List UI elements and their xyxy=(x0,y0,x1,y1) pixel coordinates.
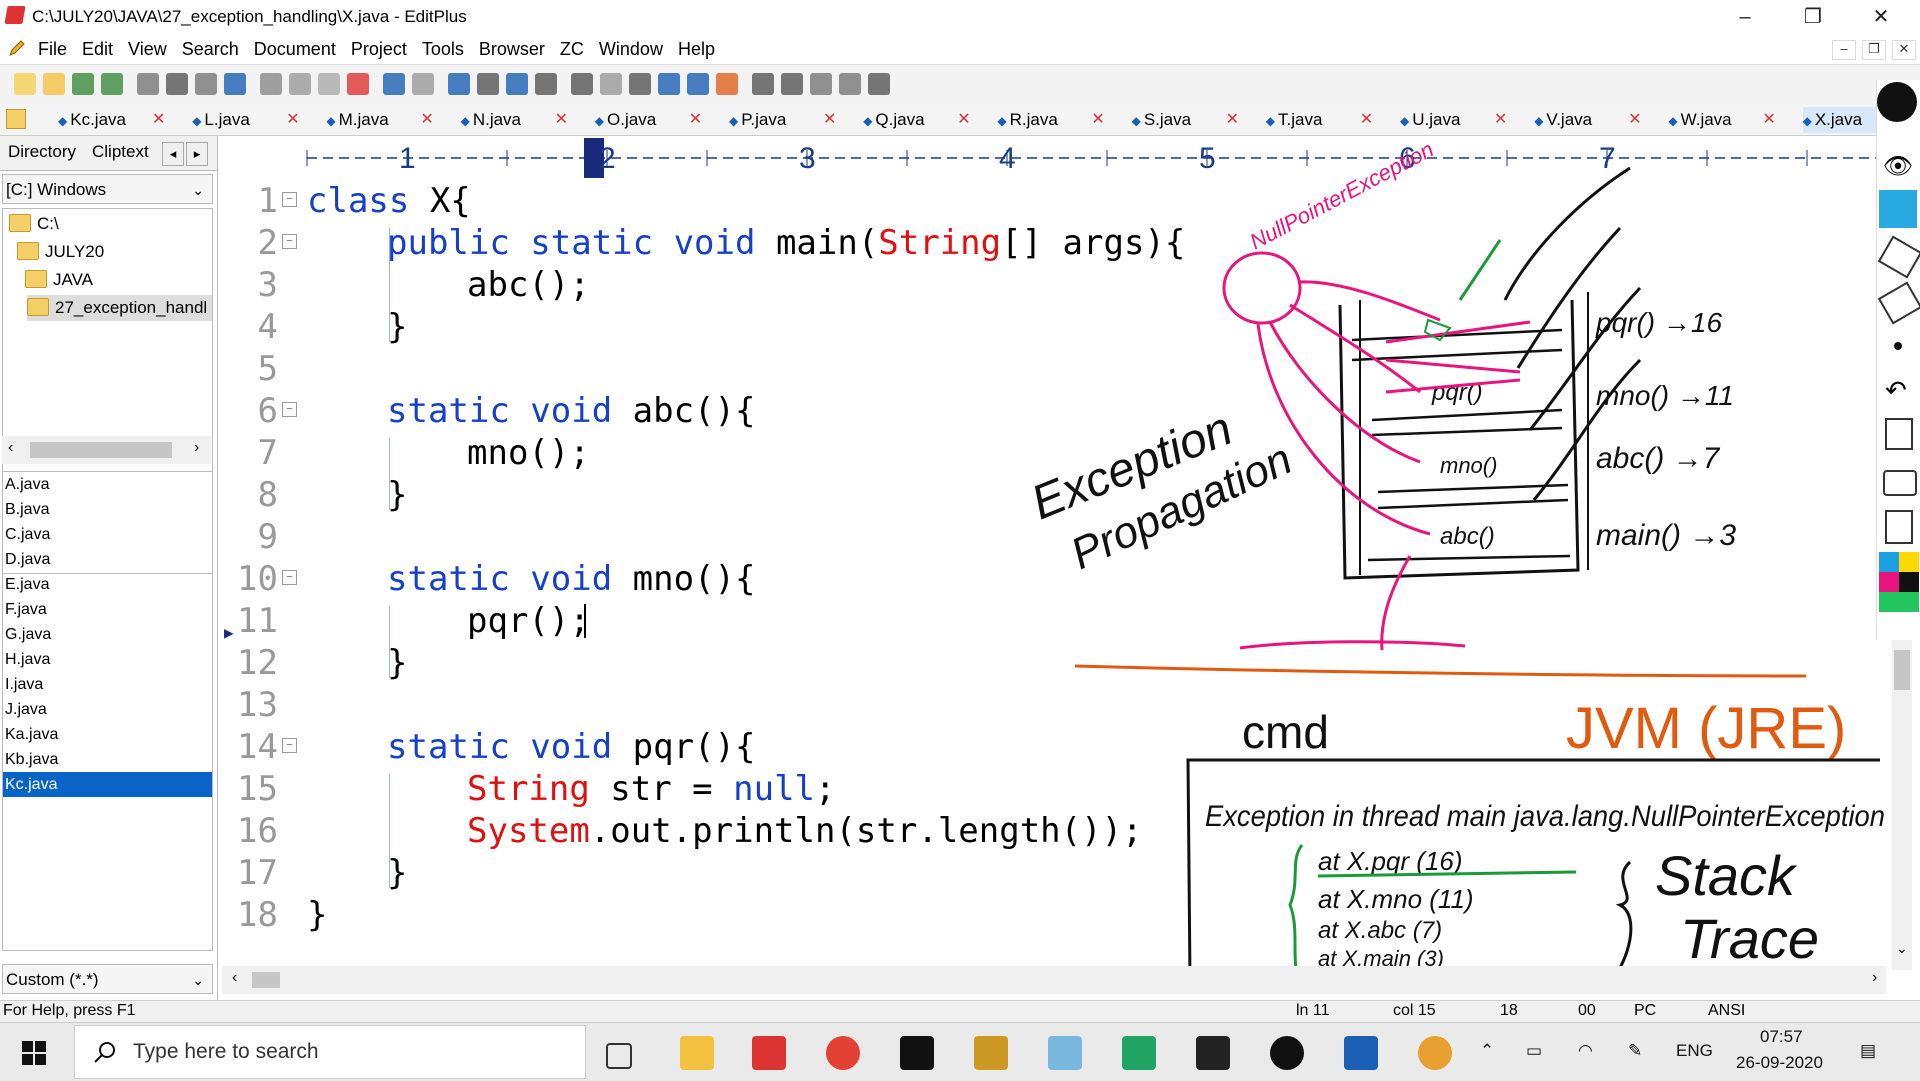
ink-trace-2: at X.abc (7) xyxy=(1318,917,1442,944)
clock-time[interactable]: 07:57 xyxy=(1760,1027,1803,1047)
status-help: For Help, press F1 xyxy=(3,1002,136,1019)
scroll-thumb[interactable] xyxy=(252,972,280,988)
clipboard-icon[interactable] xyxy=(1885,510,1913,544)
color-black-swatch[interactable] xyxy=(1899,572,1919,592)
ink-exception-object xyxy=(1222,251,1302,325)
notification-icon[interactable]: ▤ xyxy=(1860,1041,1876,1061)
camera-icon[interactable] xyxy=(1883,470,1917,496)
notepad-icon[interactable] xyxy=(1048,1036,1082,1070)
ink-npe-label: NullPointerException xyxy=(1246,136,1438,254)
lightbulb-icon[interactable] xyxy=(1877,82,1917,122)
handwritten-annotations: pqr() mno() abc() pqr() →16 mno() →11 ab… xyxy=(1024,136,1885,986)
scroll-left-icon[interactable]: ‹ xyxy=(232,969,237,987)
clock-date[interactable]: 26-09-2020 xyxy=(1736,1053,1823,1073)
search-placeholder: Type here to search xyxy=(133,1040,319,1063)
eraser-icon[interactable] xyxy=(1877,281,1920,325)
pen-tray-icon[interactable]: ✎ xyxy=(1628,1041,1642,1061)
ink-exception-line: Exception in thread main java.lang.NullP… xyxy=(1205,800,1885,833)
editor-vertical-scrollbar[interactable]: ⌄ xyxy=(1892,640,1912,970)
scroll-down-icon[interactable]: ⌄ xyxy=(1896,940,1908,957)
chrome-icon[interactable] xyxy=(826,1036,860,1070)
trash-icon[interactable] xyxy=(1885,418,1913,450)
status-mode: PC xyxy=(1634,1002,1657,1019)
scroll-right-icon[interactable]: › xyxy=(1872,969,1877,987)
chevron-up-icon[interactable]: ⌃ xyxy=(1480,1041,1494,1061)
search-icon xyxy=(94,1042,115,1063)
ink-trace-word: Trace xyxy=(1680,907,1819,970)
whiteboard-icon[interactable] xyxy=(1344,1036,1378,1070)
editor-horizontal-scrollbar[interactable]: ‹ › xyxy=(222,966,1886,994)
lightbulb-app-icon[interactable] xyxy=(1270,1036,1304,1070)
wifi-icon[interactable]: ◠ xyxy=(1578,1041,1593,1061)
ink-stack-word: Stack xyxy=(1655,844,1798,907)
ink-trace-0: at X.pqr (16) xyxy=(1318,846,1463,876)
ink-side-main: main() →3 xyxy=(1596,519,1736,552)
windows-start-icon[interactable] xyxy=(22,1041,46,1065)
ink-frame-mno: mno() xyxy=(1440,453,1497,478)
google-drive-icon[interactable] xyxy=(1122,1036,1156,1070)
status-code: 00 xyxy=(1578,1002,1596,1019)
taskbar: Type here to search ⌃ ▭ ◠ ✎ ENG 07:57 26… xyxy=(0,1022,1920,1081)
status-line: ln 11 xyxy=(1296,1002,1330,1019)
mysql-icon[interactable] xyxy=(1196,1036,1230,1070)
color-cyan-swatch[interactable] xyxy=(1879,552,1899,572)
undo-icon[interactable]: ↶ xyxy=(1885,375,1907,406)
command-prompt-icon[interactable] xyxy=(900,1036,934,1070)
language-indicator[interactable]: ENG xyxy=(1676,1041,1713,1061)
ink-frame-abc: abc() xyxy=(1440,523,1495,550)
ink-cmd: cmd xyxy=(1242,706,1329,758)
status-lines-count: 18 xyxy=(1500,1002,1518,1019)
dot-size-icon[interactable] xyxy=(1894,342,1902,350)
ink-side-pqr: pqr() →16 xyxy=(1595,307,1722,338)
editplus-taskbar-icon[interactable] xyxy=(752,1036,786,1070)
color-yellow-swatch[interactable] xyxy=(1899,552,1919,572)
color-green-swatch[interactable] xyxy=(1879,592,1919,612)
ink-side-abc: abc() →7 xyxy=(1596,442,1721,475)
battery-icon[interactable]: ▭ xyxy=(1526,1041,1542,1061)
status-column: col 15 xyxy=(1393,1002,1436,1019)
file-explorer-icon[interactable] xyxy=(680,1036,714,1070)
status-bar: For Help, press F1 ln 11 col 15 18 00 PC… xyxy=(0,1000,1920,1023)
ink-divider-line xyxy=(1074,664,1807,678)
scroll-thumb[interactable] xyxy=(1894,650,1910,690)
pen-toolbar: 👁 ↶ xyxy=(1876,80,1920,640)
paint-brush-icon[interactable] xyxy=(974,1036,1008,1070)
status-encoding: ANSI xyxy=(1708,1002,1746,1019)
cursor-icon[interactable] xyxy=(1879,190,1917,228)
highlighter-icon[interactable] xyxy=(1877,235,1920,279)
ink-trace-1: at X.mno (11) xyxy=(1318,884,1474,914)
color-magenta-swatch[interactable] xyxy=(1879,572,1899,592)
task-view-icon[interactable] xyxy=(606,1043,632,1069)
eye-icon[interactable]: 👁 xyxy=(1881,152,1915,180)
taskbar-search[interactable]: Type here to search xyxy=(74,1025,586,1079)
paint-palette-icon[interactable] xyxy=(1418,1036,1452,1070)
ink-jvm: JVM (JRE) xyxy=(1566,696,1846,761)
